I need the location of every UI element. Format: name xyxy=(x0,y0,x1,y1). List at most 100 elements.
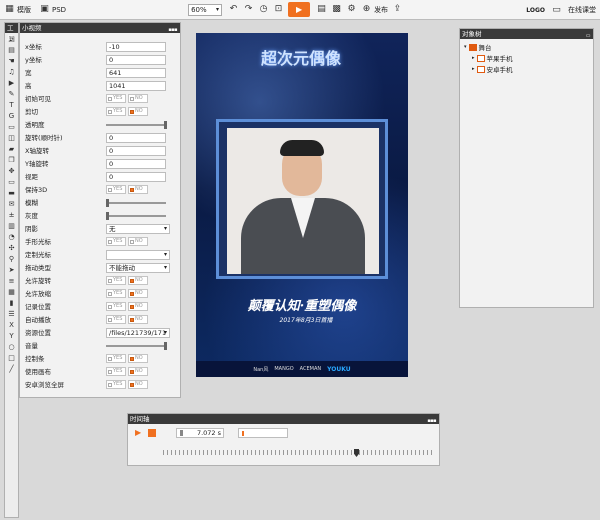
zoom-select[interactable]: 60% xyxy=(188,3,223,16)
recordpos-no[interactable]: NO xyxy=(128,302,148,311)
puzzle-icon[interactable]: ✣ xyxy=(6,243,17,253)
text-y-icon[interactable]: Y xyxy=(6,331,17,341)
tree-node-iphone[interactable]: ▸ 苹果手机 xyxy=(472,53,513,63)
undo-icon[interactable]: ↶ xyxy=(228,4,239,15)
shape-icon[interactable]: ▭ xyxy=(6,122,17,132)
opacity-slider[interactable] xyxy=(106,121,167,129)
timeline-handle-icon[interactable] xyxy=(180,430,183,436)
pin-icon[interactable]: ⚲ xyxy=(6,254,17,264)
square-icon[interactable]: □ xyxy=(6,353,17,363)
grid-icon[interactable]: ▦ xyxy=(6,287,17,297)
autoplay-no[interactable]: NO xyxy=(128,315,148,324)
yrot-input[interactable]: 0 xyxy=(106,159,166,169)
redo-icon[interactable]: ↷ xyxy=(243,4,254,15)
book-icon[interactable]: ▮ xyxy=(6,298,17,308)
controls-yes[interactable]: YES xyxy=(106,354,126,363)
monitor-icon[interactable]: ▭ xyxy=(6,177,17,187)
grip-icon[interactable]: ▪▪▪ xyxy=(168,25,177,35)
androidfs-no[interactable]: NO xyxy=(128,380,148,389)
keyframe-field[interactable] xyxy=(238,428,288,438)
resource-select[interactable]: /files/121739/171 xyxy=(106,328,170,338)
grip-icon[interactable]: ▪▪▪ xyxy=(427,416,436,426)
move-icon[interactable]: ✥ xyxy=(6,166,17,176)
gif-icon[interactable]: G xyxy=(6,111,17,121)
tree-node-android[interactable]: ▸ 安卓手机 xyxy=(472,64,513,74)
cursor-icon[interactable]: ➤ xyxy=(6,265,17,275)
text-block-icon[interactable]: ▤ xyxy=(6,45,17,55)
playhead-marker[interactable] xyxy=(354,449,359,457)
qrcode-icon[interactable]: ▩ xyxy=(331,4,342,15)
initvis-no[interactable]: NO xyxy=(128,94,148,103)
circle-icon[interactable]: ○ xyxy=(6,342,17,352)
psd-button[interactable]: ▣ PSD xyxy=(35,1,70,19)
stage-canvas[interactable]: 超次元偶像 颠覆认知·重塑偶像 2017年8月3日首播 Nan风 MANGO A… xyxy=(196,33,408,377)
timeline-track[interactable] xyxy=(163,450,435,455)
share-icon[interactable]: ⇪ xyxy=(392,4,403,15)
number-icon[interactable]: ± xyxy=(6,210,17,220)
line-icon[interactable]: ╱ xyxy=(6,364,17,374)
clip-yes[interactable]: YES xyxy=(106,107,126,116)
list-icon[interactable]: ☰ xyxy=(6,309,17,319)
timeline-play-icon[interactable]: ▶ xyxy=(135,429,143,437)
handcursor-yes[interactable]: YES xyxy=(106,237,126,246)
folder-icon[interactable]: ▰ xyxy=(6,144,17,154)
x-input[interactable]: -10 xyxy=(106,42,166,52)
clip-no[interactable]: NO xyxy=(128,107,148,116)
autoplay-yes[interactable]: YES xyxy=(106,315,126,324)
hand-icon[interactable]: ☚ xyxy=(6,56,17,66)
allowzoom-no[interactable]: NO xyxy=(128,289,148,298)
blur-knob[interactable] xyxy=(106,199,109,207)
collapse-arrow-icon[interactable]: ▾ xyxy=(464,44,467,50)
xrot-input[interactable]: 0 xyxy=(106,146,166,156)
keep3d-no[interactable]: NO xyxy=(128,185,148,194)
gray-slider[interactable] xyxy=(106,212,166,220)
controls-no[interactable]: NO xyxy=(128,354,148,363)
handcursor-no[interactable]: NO xyxy=(128,237,148,246)
mail-icon[interactable]: ✉ xyxy=(6,199,17,209)
volume-slider[interactable] xyxy=(106,342,167,350)
screenshot-icon[interactable]: ⊡ xyxy=(273,4,284,15)
template-button[interactable]: ▦ 模版 xyxy=(0,1,35,19)
timer-icon[interactable]: ◔ xyxy=(6,232,17,242)
viewdist-input[interactable]: 0 xyxy=(106,172,166,182)
rotate-input[interactable]: 0 xyxy=(106,133,166,143)
layer-icon[interactable]: ◫ xyxy=(6,133,17,143)
y-input[interactable]: 0 xyxy=(106,55,166,65)
useposter-no[interactable]: NO xyxy=(128,367,148,376)
preview-play-button[interactable]: ▶ xyxy=(288,2,311,17)
music-icon[interactable]: ♫ xyxy=(6,67,17,77)
collapse-icon[interactable]: ▭ xyxy=(586,31,591,41)
blur-slider[interactable] xyxy=(106,199,166,207)
brush-icon[interactable]: ✎ xyxy=(6,89,17,99)
text-x-icon[interactable]: X xyxy=(6,320,17,330)
gray-knob[interactable] xyxy=(106,212,109,220)
video-icon[interactable]: ▶ xyxy=(6,78,17,88)
text-icon[interactable]: T xyxy=(6,100,17,110)
publish-button[interactable]: ⊕ 发布 xyxy=(357,1,392,19)
dragtype-select[interactable]: 不能拖动 xyxy=(106,263,170,273)
copy-icon[interactable]: ❐ xyxy=(6,155,17,165)
settings-icon[interactable]: ⚙ xyxy=(346,4,357,15)
recordpos-yes[interactable]: YES xyxy=(106,302,126,311)
shadow-select[interactable]: 无 xyxy=(106,224,170,234)
history-icon[interactable]: ◷ xyxy=(258,4,269,15)
timeline-time-input[interactable]: 7.072 s xyxy=(176,428,224,438)
androidfs-yes[interactable]: YES xyxy=(106,380,126,389)
allowrotate-no[interactable]: NO xyxy=(128,276,148,285)
allowrotate-yes[interactable]: YES xyxy=(106,276,126,285)
opacity-knob[interactable] xyxy=(164,121,167,129)
save-icon[interactable]: ▤ xyxy=(316,4,327,15)
keep3d-yes[interactable]: YES xyxy=(106,185,126,194)
initvis-yes[interactable]: YES xyxy=(106,94,126,103)
desktop-icon[interactable]: ▬ xyxy=(6,188,17,198)
chart-icon[interactable]: ▥ xyxy=(6,221,17,231)
classroom-label[interactable]: 在线课堂 xyxy=(568,5,596,15)
volume-knob[interactable] xyxy=(164,342,167,350)
video-frame[interactable] xyxy=(216,119,388,279)
width-input[interactable]: 641 xyxy=(106,68,166,78)
tree-node-stage[interactable]: ▾ 舞台 xyxy=(464,42,492,52)
allowzoom-yes[interactable]: YES xyxy=(106,289,126,298)
customcursor-select[interactable] xyxy=(106,250,170,260)
timeline-stop-icon[interactable] xyxy=(148,429,156,437)
expand-arrow-icon[interactable]: ▸ xyxy=(472,55,475,61)
